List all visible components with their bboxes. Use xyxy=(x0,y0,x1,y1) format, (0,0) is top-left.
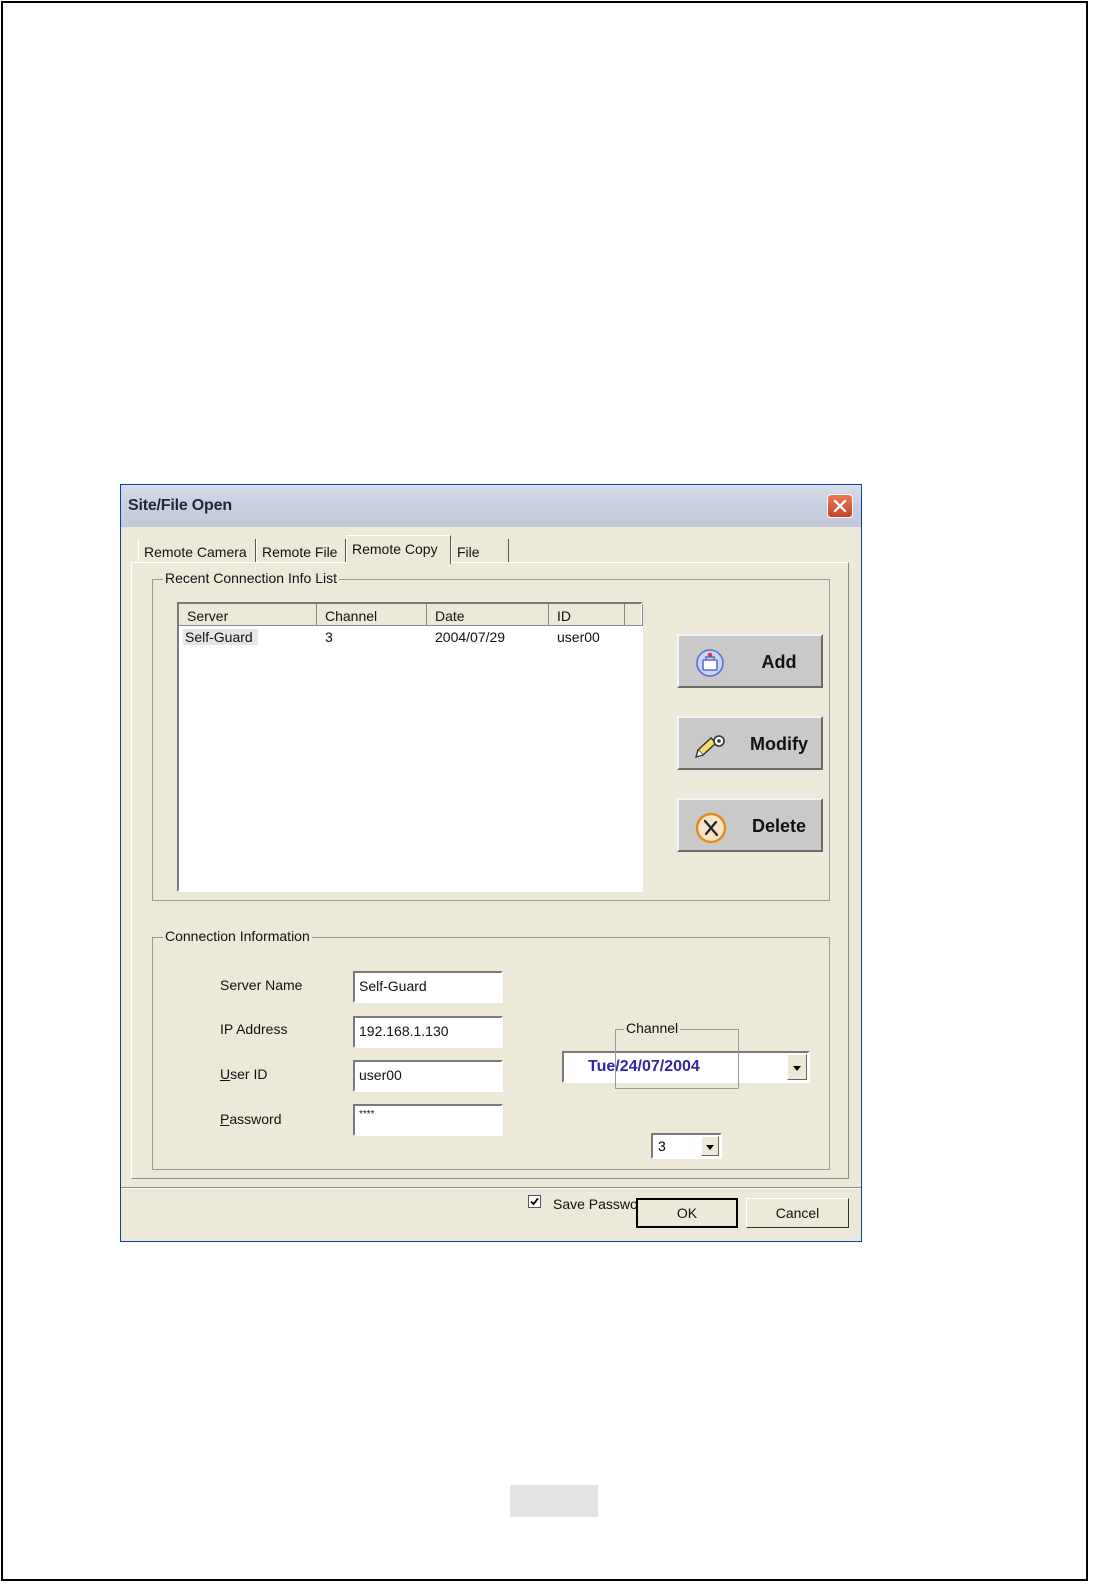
user-id-label: User ID xyxy=(220,1066,267,1082)
check-icon xyxy=(530,1197,539,1206)
row-channel: 3 xyxy=(325,629,333,645)
delete-button-label: Delete xyxy=(751,816,807,836)
column-header-channel[interactable]: Channel xyxy=(317,604,427,626)
delete-button[interactable]: Delete xyxy=(677,798,823,852)
password-label-rest: assword xyxy=(229,1111,282,1127)
modify-icon xyxy=(695,735,725,759)
add-button-label: Add xyxy=(761,652,797,672)
site-file-open-dialog: Site/File Open Remote Camera Remote File… xyxy=(120,484,862,1242)
add-button[interactable]: Add xyxy=(677,634,823,688)
row-date: 2004/07/29 xyxy=(435,629,506,645)
channel-select[interactable]: 3 xyxy=(651,1133,722,1159)
server-name-label: Server Name xyxy=(220,977,303,993)
tab-panel-remote-copy: Recent Connection Info List Server Chann… xyxy=(131,562,849,1212)
delete-icon xyxy=(695,812,727,844)
user-id-accelerator: U xyxy=(220,1066,231,1082)
modify-button-label: Modify xyxy=(750,734,808,754)
list-header: Server Channel Date ID xyxy=(179,604,643,626)
tab-remote-copy[interactable]: Remote Copy xyxy=(346,535,451,564)
modify-button[interactable]: Modify xyxy=(677,716,823,770)
recent-connection-group-label: Recent Connection Info List xyxy=(163,570,339,586)
tab-remote-camera[interactable]: Remote Camera xyxy=(138,539,256,563)
password-label: Password xyxy=(220,1111,281,1127)
column-header-id[interactable]: ID xyxy=(549,604,625,626)
ip-address-field[interactable]: 192.168.1.130 xyxy=(353,1016,503,1048)
chevron-down-icon[interactable] xyxy=(701,1136,719,1156)
chevron-down-icon[interactable] xyxy=(787,1054,807,1080)
cancel-button[interactable]: Cancel xyxy=(746,1198,849,1228)
ip-address-label: IP Address xyxy=(220,1021,288,1037)
add-icon xyxy=(696,649,724,677)
column-header-server[interactable]: Server xyxy=(179,604,317,626)
row-id: user00 xyxy=(557,629,600,645)
password-accelerator: P xyxy=(220,1111,230,1127)
footer-separator xyxy=(121,1187,861,1189)
channel-group-label: Channel xyxy=(624,1020,681,1036)
close-icon xyxy=(833,499,847,513)
page-number-placeholder xyxy=(510,1485,598,1517)
column-header-filler xyxy=(625,604,643,626)
close-button[interactable] xyxy=(827,494,853,518)
table-row[interactable]: Self-Guard 3 2004/07/29 user00 xyxy=(179,628,641,646)
tab-remote-file[interactable]: Remote File xyxy=(256,539,346,563)
channel-select-value: 3 xyxy=(658,1138,666,1154)
channel-group: Channel xyxy=(615,1020,739,1089)
title-bar: Site/File Open xyxy=(121,485,861,527)
column-header-date[interactable]: Date xyxy=(427,604,549,626)
password-field[interactable]: **** xyxy=(353,1104,503,1136)
ok-button[interactable]: OK xyxy=(636,1198,738,1228)
connection-information-group-label: Connection Information xyxy=(163,928,312,944)
dialog-title: Site/File Open xyxy=(128,497,232,514)
row-server: Self-Guard xyxy=(183,629,258,645)
recent-connection-list[interactable]: Server Channel Date ID Self-Guard 3 2004… xyxy=(177,602,643,892)
user-id-label-rest: ser ID xyxy=(230,1066,268,1082)
save-password-checkbox[interactable] xyxy=(528,1195,541,1208)
server-name-field[interactable]: Self-Guard xyxy=(353,971,503,1003)
user-id-field[interactable]: user00 xyxy=(353,1060,503,1092)
tab-file[interactable]: File xyxy=(451,539,509,563)
